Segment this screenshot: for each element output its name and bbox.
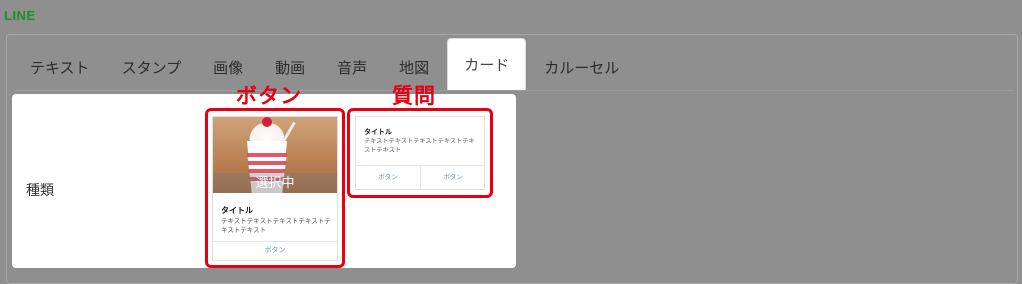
card-title: タイトル — [364, 128, 392, 136]
annotation-question: 質問 — [392, 84, 436, 108]
message-type-tabs: テキスト スタンプ 画像 動画 音声 地図 カード カルーセル — [14, 38, 635, 90]
card-body: テキストテキストテキストテキストテキストテキスト — [364, 138, 475, 154]
card-action-button-right: ボタン — [443, 173, 463, 181]
tab-divider — [14, 90, 1014, 91]
card-title: タイトル — [221, 206, 253, 215]
tab-carousel[interactable]: カルーセル — [528, 42, 635, 90]
annotation-button: ボタン — [236, 84, 302, 108]
question-card-preview: タイトル テキストテキストテキストテキストテキストテキスト ボタン ボタン — [355, 116, 485, 190]
button-card-preview: 選択中 タイトル テキストテキストテキストテキストテキストテキスト ボタン — [212, 116, 338, 261]
tab-card[interactable]: カード — [447, 38, 527, 90]
selected-indicator: 選択中 — [213, 173, 337, 193]
cherry-shape — [262, 117, 272, 127]
tab-text[interactable]: テキスト — [14, 42, 106, 90]
card-action-button-left: ボタン — [378, 173, 398, 181]
parfait-image: 選択中 — [213, 117, 337, 193]
card-option-question[interactable]: タイトル テキストテキストテキストテキストテキストテキスト ボタン ボタン — [347, 108, 493, 198]
type-label: 種類 — [26, 183, 54, 199]
card-option-button[interactable]: 選択中 タイトル テキストテキストテキストテキストテキストテキスト ボタン — [205, 108, 345, 268]
card-body: テキストテキストテキストテキストテキストテキスト — [221, 217, 331, 234]
card-action-button: ボタン — [264, 246, 286, 254]
tab-audio[interactable]: 音声 — [321, 42, 383, 90]
card-divider — [213, 241, 337, 242]
tab-sticker[interactable]: スタンプ — [106, 42, 198, 90]
app-logo: LINE — [4, 8, 36, 23]
